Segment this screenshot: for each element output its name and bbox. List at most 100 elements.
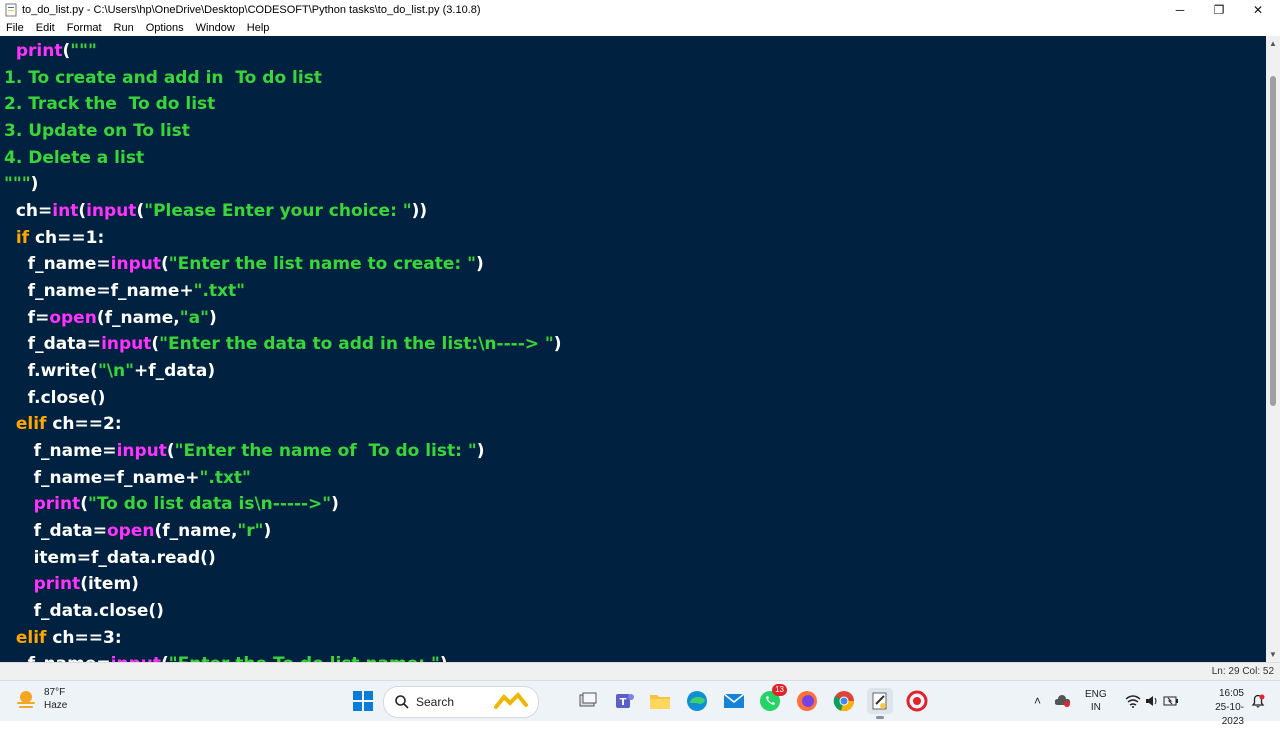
code-token: "Enter the To do list name: " [169, 654, 440, 662]
edge-icon[interactable] [684, 688, 710, 714]
code-token: ch==1: [29, 227, 105, 248]
volume-icon[interactable] [1145, 694, 1159, 708]
taskbar-search[interactable]: Search [383, 686, 539, 718]
code-token: ) [553, 334, 562, 355]
search-label: Search [416, 695, 455, 709]
code-line[interactable]: f_name=input("Enter the list name to cre… [4, 251, 484, 277]
code-token: "Please Enter your choice: " [144, 201, 412, 222]
code-line[interactable]: f_data.close() [4, 598, 164, 624]
code-line[interactable]: f_name=input("Enter the name of To do li… [4, 438, 485, 464]
code-token: input [101, 334, 152, 355]
weather-widget[interactable]: 87°F Haze [14, 686, 67, 712]
code-line[interactable]: if ch==1: [4, 225, 104, 251]
language-primary[interactable]: ENG [1085, 688, 1107, 701]
language-secondary[interactable]: IN [1085, 701, 1107, 714]
menu-edit[interactable]: Edit [30, 22, 61, 34]
code-token: ( [151, 334, 160, 355]
code-line[interactable]: print(item) [4, 571, 139, 597]
whatsapp-badge: 13 [772, 684, 787, 696]
teams-icon[interactable]: T [611, 688, 637, 714]
screen-recorder-icon[interactable] [904, 688, 930, 714]
code-line[interactable]: ch=int(input("Please Enter your choice: … [4, 198, 427, 224]
code-token: (f_name, [96, 307, 180, 328]
code-line[interactable]: print("To do list data is\n----->") [4, 491, 339, 517]
code-line[interactable]: print(""" [4, 38, 97, 64]
code-token: "Enter the data to add in the list:\n---… [159, 334, 554, 355]
title-bar: to_do_list.py - C:\Users\hp\OneDrive\Des… [0, 0, 1280, 20]
search-icon [395, 695, 409, 709]
taskbar-clock[interactable]: 16:05 25-10-2023 [1206, 687, 1244, 729]
code-token: ( [78, 201, 87, 222]
code-line[interactable]: f.write("\n"+f_data) [4, 358, 215, 384]
code-editor[interactable]: print(""" 1. To create and add in To do l… [0, 36, 1266, 662]
code-token: f_data.close() [4, 601, 164, 622]
code-token: f_name= [4, 441, 117, 462]
code-line[interactable]: f=open(f_name,"a") [4, 305, 217, 331]
code-token: print [4, 494, 81, 515]
code-token: f_name= [4, 254, 111, 275]
onedrive-icon[interactable] [1055, 694, 1071, 708]
whatsapp-icon[interactable]: 13 [757, 684, 787, 714]
menu-help[interactable]: Help [241, 22, 276, 34]
scroll-down-icon[interactable]: ▼ [1269, 650, 1277, 659]
code-token: f_name= [4, 654, 111, 662]
code-line[interactable]: f.close() [4, 385, 106, 411]
clock-time: 16:05 [1218, 688, 1244, 699]
code-line[interactable]: item=f_data.read() [4, 545, 216, 571]
code-token: f_data= [4, 334, 102, 355]
code-token: """ [4, 174, 31, 195]
notification-bell-icon[interactable] [1251, 693, 1265, 709]
chevron-up-icon[interactable]: ˄ [1034, 694, 1041, 708]
code-line[interactable]: """) [4, 171, 38, 197]
idle-file-icon [5, 3, 17, 17]
menu-run[interactable]: Run [108, 22, 140, 34]
code-token: "r" [237, 521, 264, 542]
code-token: 3. Update on To list [4, 121, 190, 141]
code-token: ) [476, 441, 485, 462]
close-button[interactable]: ✕ [1238, 0, 1278, 20]
file-explorer-icon[interactable] [647, 688, 673, 714]
code-line[interactable]: 4. Delete a list [4, 145, 144, 171]
wifi-icon[interactable] [1125, 694, 1141, 708]
code-token: ) [440, 654, 448, 662]
code-token: input [110, 254, 161, 275]
code-token: if [4, 227, 30, 248]
code-line[interactable]: 2. Track the To do list [4, 91, 215, 117]
windows-start-icon[interactable] [350, 688, 376, 714]
chrome-icon[interactable] [831, 688, 857, 714]
idle-python-icon[interactable] [867, 688, 893, 719]
code-line[interactable]: 3. Update on To list [4, 118, 190, 144]
firefox-icon[interactable] [794, 688, 820, 714]
code-token: f_name=f_name+ [4, 281, 194, 302]
menu-bar: File Edit Format Run Options Window Help [0, 19, 1280, 36]
code-token: print [4, 41, 63, 61]
mail-icon[interactable] [721, 688, 747, 714]
code-line[interactable]: f_data=input("Enter the data to add in t… [4, 331, 562, 357]
minimize-button[interactable]: ─ [1160, 0, 1200, 20]
code-line[interactable]: 1. To create and add in To do list [4, 65, 322, 91]
menu-window[interactable]: Window [190, 22, 241, 34]
code-line[interactable]: f_name=f_name+".txt" [4, 465, 251, 491]
maximize-button[interactable]: ❐ [1199, 0, 1239, 20]
active-app-indicator [876, 716, 884, 719]
code-line[interactable]: f_name=input("Enter the To do list name:… [4, 651, 448, 662]
vertical-scrollbar[interactable]: ▲ ▼ [1266, 36, 1280, 662]
menu-format[interactable]: Format [61, 22, 108, 34]
code-line[interactable]: f_name=f_name+".txt" [4, 278, 245, 304]
code-token: input [111, 654, 161, 662]
code-token: ".txt" [193, 281, 245, 302]
code-token: (item) [80, 574, 139, 595]
menu-options[interactable]: Options [140, 22, 190, 34]
code-line[interactable]: f_data=open(f_name,"r") [4, 518, 272, 544]
scroll-up-icon[interactable]: ▲ [1269, 39, 1277, 48]
cursor-position: Ln: 29 Col: 52 [1211, 666, 1274, 677]
code-token: f.write( [4, 361, 98, 382]
menu-file[interactable]: File [0, 22, 30, 34]
code-line[interactable]: elif ch==2: [4, 411, 122, 437]
scrollbar-thumb[interactable] [1270, 76, 1276, 406]
code-token: ) [208, 307, 217, 328]
code-line[interactable]: elif ch==3: [4, 625, 122, 651]
code-token: item=f_data.read() [4, 547, 216, 568]
battery-icon[interactable] [1163, 694, 1179, 708]
task-view-icon[interactable] [575, 688, 601, 714]
